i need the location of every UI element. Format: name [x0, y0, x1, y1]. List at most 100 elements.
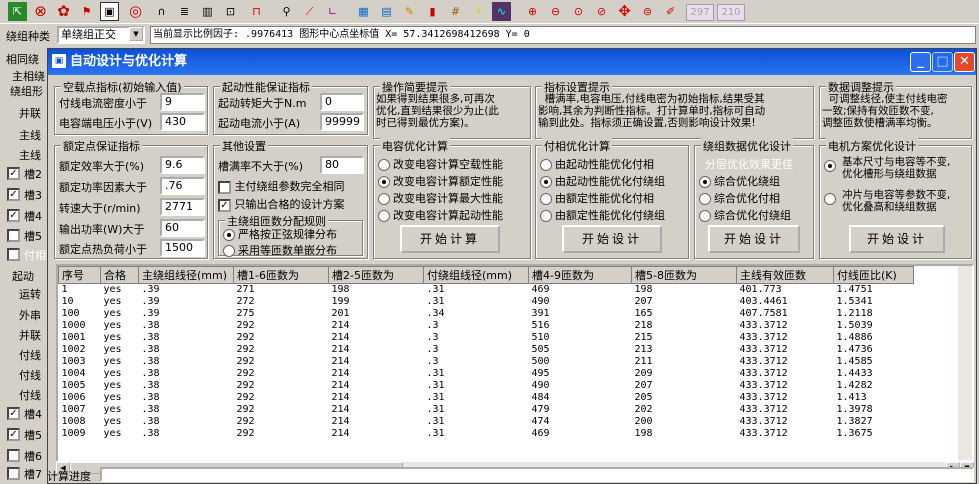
vertical-scrollbar[interactable]	[958, 266, 972, 460]
aux-option-radio[interactable]	[540, 210, 552, 222]
column-header[interactable]: 付绕组线径(mm)	[423, 266, 529, 284]
sine-dist-radio[interactable]	[223, 229, 235, 241]
minimize-button[interactable]: _	[910, 52, 931, 72]
calculator-icon[interactable]: ▦	[354, 2, 373, 21]
cap-start-button[interactable]: 开始计算	[400, 225, 500, 253]
zoom-fit-icon[interactable]: ⊙	[569, 2, 588, 21]
cap-option-radio[interactable]	[378, 176, 390, 188]
column-header[interactable]: 合格	[100, 266, 139, 284]
winding-type-combo[interactable]: 单绕组正交 ▼	[57, 26, 145, 44]
pen-icon[interactable]: ✐	[661, 2, 680, 21]
axis-icon[interactable]: ∟	[323, 2, 342, 21]
settings-icon[interactable]: ✿	[54, 2, 73, 21]
table-row[interactable]: 10 yes .39 272 199 .31 490 207 403.4461 1.5341	[59, 296, 914, 308]
column-header[interactable]: 主绕组线径(mm)	[138, 266, 234, 284]
results-table[interactable]: 序号 合格 主绕组线径(mm) 槽1-6匝数为 槽2-5匝数为 付绕组线径(mm) 槽4-9…	[56, 264, 974, 462]
table-row[interactable]: 1003 yes .38 292 214 .3 500 211 433.3712 1.4585	[59, 356, 914, 368]
qualified-only-checkbox[interactable]: ✓	[218, 198, 231, 212]
zoom-in-icon[interactable]: ⊕	[523, 2, 542, 21]
aux-option-radio[interactable]	[540, 176, 552, 188]
table-row[interactable]: 1002 yes .38 292 214 .3 505 213 433.3712 1.4736	[59, 344, 914, 356]
column-header[interactable]: 主线有效匝数	[736, 266, 834, 284]
chevron-down-icon[interactable]: ▼	[129, 27, 143, 41]
slot-checkbox[interactable]: ✓	[7, 427, 20, 441]
column-header[interactable]: 序号	[58, 266, 101, 284]
wave-icon[interactable]: ∿	[492, 2, 511, 21]
current-density-input[interactable]: 9	[160, 93, 205, 111]
slot-checkbox[interactable]	[7, 448, 20, 462]
winding-option-radio[interactable]	[699, 193, 711, 205]
column-header[interactable]: 槽5-8匝数为	[631, 266, 737, 284]
zoom-page-icon[interactable]: ⊜	[638, 2, 657, 21]
table-row[interactable]: 1 yes .39 271 198 .31 469 198 401.773 1.4751	[59, 284, 914, 297]
aux-option-radio[interactable]	[540, 193, 552, 205]
target-icon[interactable]: ◎	[126, 2, 145, 21]
window-icon[interactable]: ▣	[100, 2, 119, 21]
power-factor-input[interactable]: .76	[160, 177, 205, 195]
curve-icon[interactable]: ⟋	[300, 2, 319, 21]
equal-dist-radio[interactable]	[223, 245, 235, 257]
efficiency-input[interactable]: 9.6	[160, 156, 205, 174]
winding-option-radio[interactable]	[699, 176, 711, 188]
table-row[interactable]: 1000 yes .38 292 214 .3 516 218 433.3712 1.5039	[59, 320, 914, 332]
slot-checkbox[interactable]: ✓	[7, 166, 20, 180]
slot-checkbox[interactable]	[7, 247, 20, 261]
slot-checkbox[interactable]	[7, 466, 20, 480]
pan-icon[interactable]: ✥	[615, 2, 634, 21]
motor-option-radio[interactable]	[824, 160, 836, 172]
column-header[interactable]: 槽1-6匝数为	[233, 266, 329, 284]
table-row[interactable]: 1008 yes .38 292 214 .31 474 200 433.3712 1.3827	[59, 416, 914, 428]
cap-option-radio[interactable]	[378, 159, 390, 171]
table-row[interactable]: 1001 yes .38 292 214 .3 510 215 433.3712 1.4886	[59, 332, 914, 344]
wrench-icon[interactable]: ⚲	[277, 2, 296, 21]
column-header[interactable]: 槽4-9匝数为	[528, 266, 632, 284]
winding-option-radio[interactable]	[699, 210, 711, 222]
speed-input[interactable]: 2771	[160, 198, 205, 216]
cap-option-radio[interactable]	[378, 193, 390, 205]
stop-icon[interactable]: ⊗	[31, 2, 50, 21]
table-row[interactable]: 1009 yes .38 292 214 .31 469 198 433.3712 1.3675	[59, 428, 914, 440]
grid-icon[interactable]: #	[446, 2, 465, 21]
pencil-yellow-icon[interactable]: ⚡	[469, 2, 488, 21]
column-header[interactable]: 槽2-5匝数为	[328, 266, 424, 284]
chart-icon[interactable]: ▥	[198, 2, 217, 21]
start-torque-input[interactable]: 0	[320, 93, 364, 111]
winding-start-button[interactable]: 开始设计	[708, 225, 800, 253]
magnet-icon[interactable]: ∩	[152, 2, 171, 21]
stripes-icon[interactable]: ▮	[423, 2, 442, 21]
slot-fill-input[interactable]: 80	[320, 156, 364, 174]
slot-checkbox[interactable]: ✓	[7, 208, 20, 222]
cap-voltage-input[interactable]: 430	[160, 113, 205, 131]
rect-icon[interactable]: ⊓	[247, 2, 266, 21]
aux-start-button[interactable]: 开始设计	[562, 225, 662, 253]
aux-option-radio[interactable]	[540, 159, 552, 171]
slot-checkbox[interactable]: ✓	[7, 406, 20, 420]
column-header[interactable]: 付线匝比(K)	[833, 266, 914, 284]
slot-checkbox[interactable]	[7, 228, 20, 242]
motor-start-button[interactable]: 开始设计	[849, 225, 945, 253]
start-current-input[interactable]: 99999	[320, 113, 364, 131]
dialog-titlebar[interactable]: ▣ 自动设计与优化计算 _ □ ✕	[48, 49, 976, 75]
table-row[interactable]: 1004 yes .38 292 214 .31 495 209 433.3712 1.4433	[59, 368, 914, 380]
zoom-prev-icon[interactable]: ⊘	[592, 2, 611, 21]
close-button[interactable]: ✕	[954, 52, 975, 72]
tag-icon[interactable]: ✎	[400, 2, 419, 21]
thermal-load-input[interactable]: 1500	[160, 239, 205, 257]
table-row[interactable]: 1007 yes .38 292 214 .31 479 202 433.3712 1.3978	[59, 404, 914, 416]
table-row[interactable]: 1006 yes .38 292 214 .31 484 205 433.3712 1.413	[59, 392, 914, 404]
maximize-button[interactable]: □	[932, 52, 953, 72]
table-row[interactable]: 1005 yes .38 292 214 .31 490 207 433.3712 1.4282	[59, 380, 914, 392]
exit-icon[interactable]: ⇱	[8, 2, 27, 21]
book-icon[interactable]: ▤	[377, 2, 396, 21]
motor-option-radio[interactable]	[824, 193, 836, 205]
paper-height-field[interactable]: 210	[717, 4, 745, 21]
output-power-input[interactable]: 60	[160, 219, 205, 237]
table-row[interactable]: 100 yes .39 275 201 .34 391 165 407.7581 1.2118	[59, 308, 914, 320]
stack-icon[interactable]: ≣	[175, 2, 194, 21]
slot-checkbox[interactable]: ✓	[7, 187, 20, 201]
same-params-checkbox[interactable]	[218, 180, 231, 194]
zoom-window-icon[interactable]: ⊡	[221, 2, 240, 21]
flag-icon[interactable]: ⚑	[77, 2, 96, 21]
paper-width-field[interactable]: 297	[686, 4, 714, 21]
cap-option-radio[interactable]	[378, 210, 390, 222]
